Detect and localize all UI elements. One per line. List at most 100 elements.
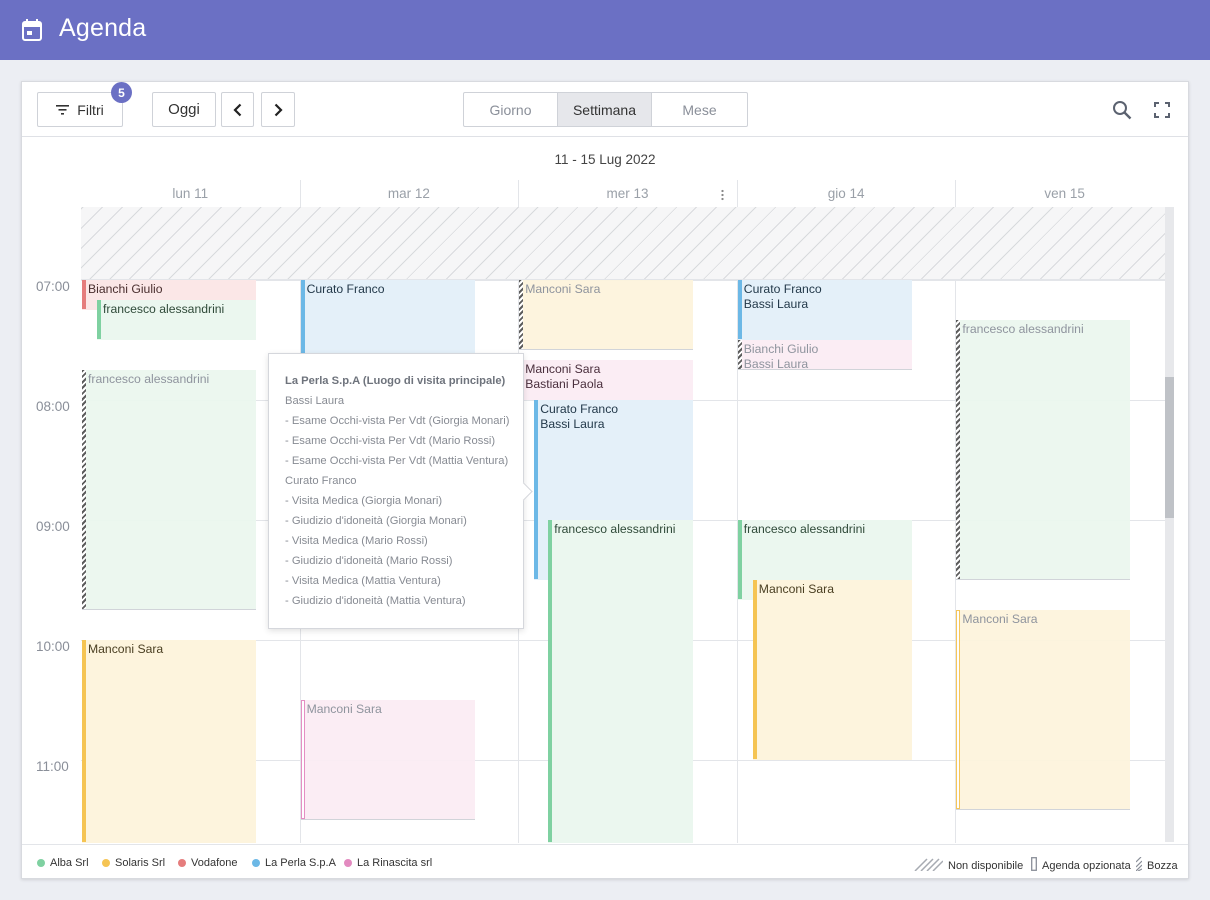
legend-label: Agenda opzionata — [1042, 859, 1131, 872]
event-label: Curato Franco — [306, 282, 385, 296]
event-label: Bassi Laura — [540, 417, 605, 431]
date-range: 11 - 15 Lug 2022 — [554, 152, 656, 167]
day-header[interactable]: ven 15 — [955, 186, 1174, 208]
scrollbar[interactable] — [1165, 207, 1174, 842]
hour-label: 09:00 — [36, 519, 70, 534]
legend-label: Alba Srl — [50, 857, 89, 869]
event-label: Bianchi Giulio — [88, 282, 163, 296]
search-icon[interactable] — [1112, 100, 1132, 120]
event-label: Manconi Sara — [758, 582, 834, 596]
event-label: Bassi Laura — [743, 297, 809, 311]
calendar-event[interactable]: francesco alessandrini — [548, 520, 694, 843]
tooltip-line: - Giudizio d'idoneità (Giorgia Monari) — [285, 515, 467, 527]
day-header[interactable]: mar 12 — [300, 186, 519, 208]
hour-label: 11:00 — [36, 759, 69, 774]
chevron-left-icon — [233, 103, 242, 116]
tooltip-line: - Giudizio d'idoneità (Mario Rossi) — [285, 555, 453, 567]
legend-item: Non disponibile — [913, 857, 1023, 874]
tooltip-line: - Giudizio d'idoneità (Mattia Ventura) — [285, 595, 466, 607]
filter-button[interactable]: Filtri — [37, 92, 123, 127]
event-color-bar — [737, 520, 742, 599]
next-week-button[interactable] — [261, 92, 295, 127]
event-label: francesco alessandrini — [743, 522, 866, 536]
event-label: francesco alessandrini — [88, 372, 210, 386]
chevron-right-icon — [274, 103, 283, 116]
event-color-bar — [956, 610, 961, 809]
event-label: Bianchi Giulio — [743, 342, 819, 356]
event-color-bar — [519, 280, 524, 349]
scrollbar-thumb[interactable] — [1165, 377, 1174, 518]
calendar-event[interactable]: Manconi Sara — [752, 580, 912, 760]
calendar-event[interactable]: francesco alessandrini — [82, 370, 256, 610]
unavailable-hatch-icon — [913, 857, 944, 874]
tooltip-line: Curato Franco — [285, 475, 357, 487]
legend-dot-icon — [252, 859, 260, 867]
event-color-bar — [956, 320, 961, 579]
event-label: francesco alessandrini — [554, 522, 676, 536]
event-label: Bastiani Paola — [525, 377, 604, 391]
tooltip-line: - Esame Occhi-vista Per Vdt (Mario Rossi… — [285, 435, 496, 447]
calendar-event[interactable]: Manconi Sara — [300, 700, 475, 820]
hour-label: 07:00 — [36, 279, 70, 294]
app-header: Agenda — [0, 0, 1210, 60]
legend-item: Vodafone — [178, 857, 238, 869]
legend-dot-icon — [344, 859, 352, 867]
event-color-bar — [534, 400, 539, 579]
today-button[interactable]: Oggi — [152, 92, 216, 127]
tooltip-lines: Bassi Laura - Esame Occhi-vista Per Vdt (… — [285, 391, 523, 611]
calendar-event[interactable]: Manconi Sara — [956, 610, 1131, 810]
calendar-toolbar: Filtri 5 Oggi Giorno Settimana Mese — [22, 82, 1188, 137]
event-color-bar — [548, 520, 553, 842]
event-label: Bassi Laura — [743, 357, 809, 370]
legend-label: Vodafone — [191, 857, 238, 869]
view-switcher: Giorno Settimana Mese — [463, 92, 748, 127]
day-header[interactable]: mer 13 — [518, 186, 737, 208]
event-label: Manconi Sara — [88, 642, 164, 656]
view-settimana-button[interactable]: Settimana — [558, 93, 652, 126]
event-label: Curato Franco — [743, 282, 822, 296]
legend-dot-icon — [102, 859, 110, 867]
filter-count-badge: 5 — [111, 82, 132, 103]
calendar-event[interactable]: Curato Franco Bassi Laura — [737, 280, 912, 340]
legend-label: La Rinascita srl — [357, 857, 433, 869]
tooltip-line: - Esame Occhi-vista Per Vdt (Mattia Vent… — [285, 455, 509, 467]
event-tooltip: La Perla S.p.A (Luogo di visita principa… — [268, 353, 524, 629]
legend-label: Bozza — [1147, 859, 1178, 872]
event-label: francesco alessandrini — [962, 322, 1084, 336]
day-menu-icon[interactable] — [720, 189, 724, 201]
optional-bar-icon — [1031, 857, 1037, 874]
legend-item: Alba Srl — [37, 857, 89, 869]
event-color-bar — [300, 700, 305, 819]
draft-hatch-icon — [1135, 856, 1143, 874]
calendar-event[interactable]: Manconi Sara — [519, 280, 694, 350]
event-label: Manconi Sara — [525, 362, 601, 376]
event-color-bar — [82, 640, 86, 842]
event-label: Curato Franco — [540, 402, 619, 416]
filter-icon — [56, 105, 70, 115]
calendar-event[interactable]: francesco alessandrini — [956, 320, 1131, 580]
legend-item: Bozza — [1135, 856, 1178, 874]
calendar-event[interactable]: Manconi Sara — [82, 640, 256, 843]
fullscreen-icon[interactable] — [1154, 102, 1170, 118]
legend-label: Solaris Srl — [115, 857, 166, 869]
event-label: Manconi Sara — [306, 702, 382, 716]
legend-label: Non disponibile — [948, 859, 1024, 872]
calendar-event[interactable]: Manconi Sara Bastiani Paola — [519, 360, 694, 400]
day-header[interactable]: gio 14 — [737, 186, 956, 208]
calendar-card: Filtri 5 Oggi Giorno Settimana Mese 11 - 1… — [21, 81, 1189, 879]
previous-week-button[interactable] — [221, 92, 254, 127]
page-title: Agenda — [59, 14, 147, 42]
day-header[interactable]: lun 11 — [81, 186, 300, 208]
event-label: francesco alessandrini — [103, 302, 225, 316]
calendar-event[interactable]: Bianchi Giulio Bassi Laura — [737, 340, 912, 370]
event-color-bar — [737, 340, 742, 369]
tooltip-line: - Visita Medica (Giorgia Monari) — [285, 495, 443, 507]
calendar-event[interactable]: francesco alessandrini — [97, 300, 256, 340]
legend: Alba Srl Solaris Srl Vodafone La Perla S.p.… — [22, 844, 1188, 878]
view-giorno-button[interactable]: Giorno — [464, 93, 558, 126]
legend-dot-icon — [178, 859, 186, 867]
event-label: Manconi Sara — [962, 612, 1038, 626]
legend-item: La Rinascita srl — [344, 857, 432, 869]
event-color-bar — [82, 280, 86, 309]
view-mese-button[interactable]: Mese — [652, 93, 747, 126]
